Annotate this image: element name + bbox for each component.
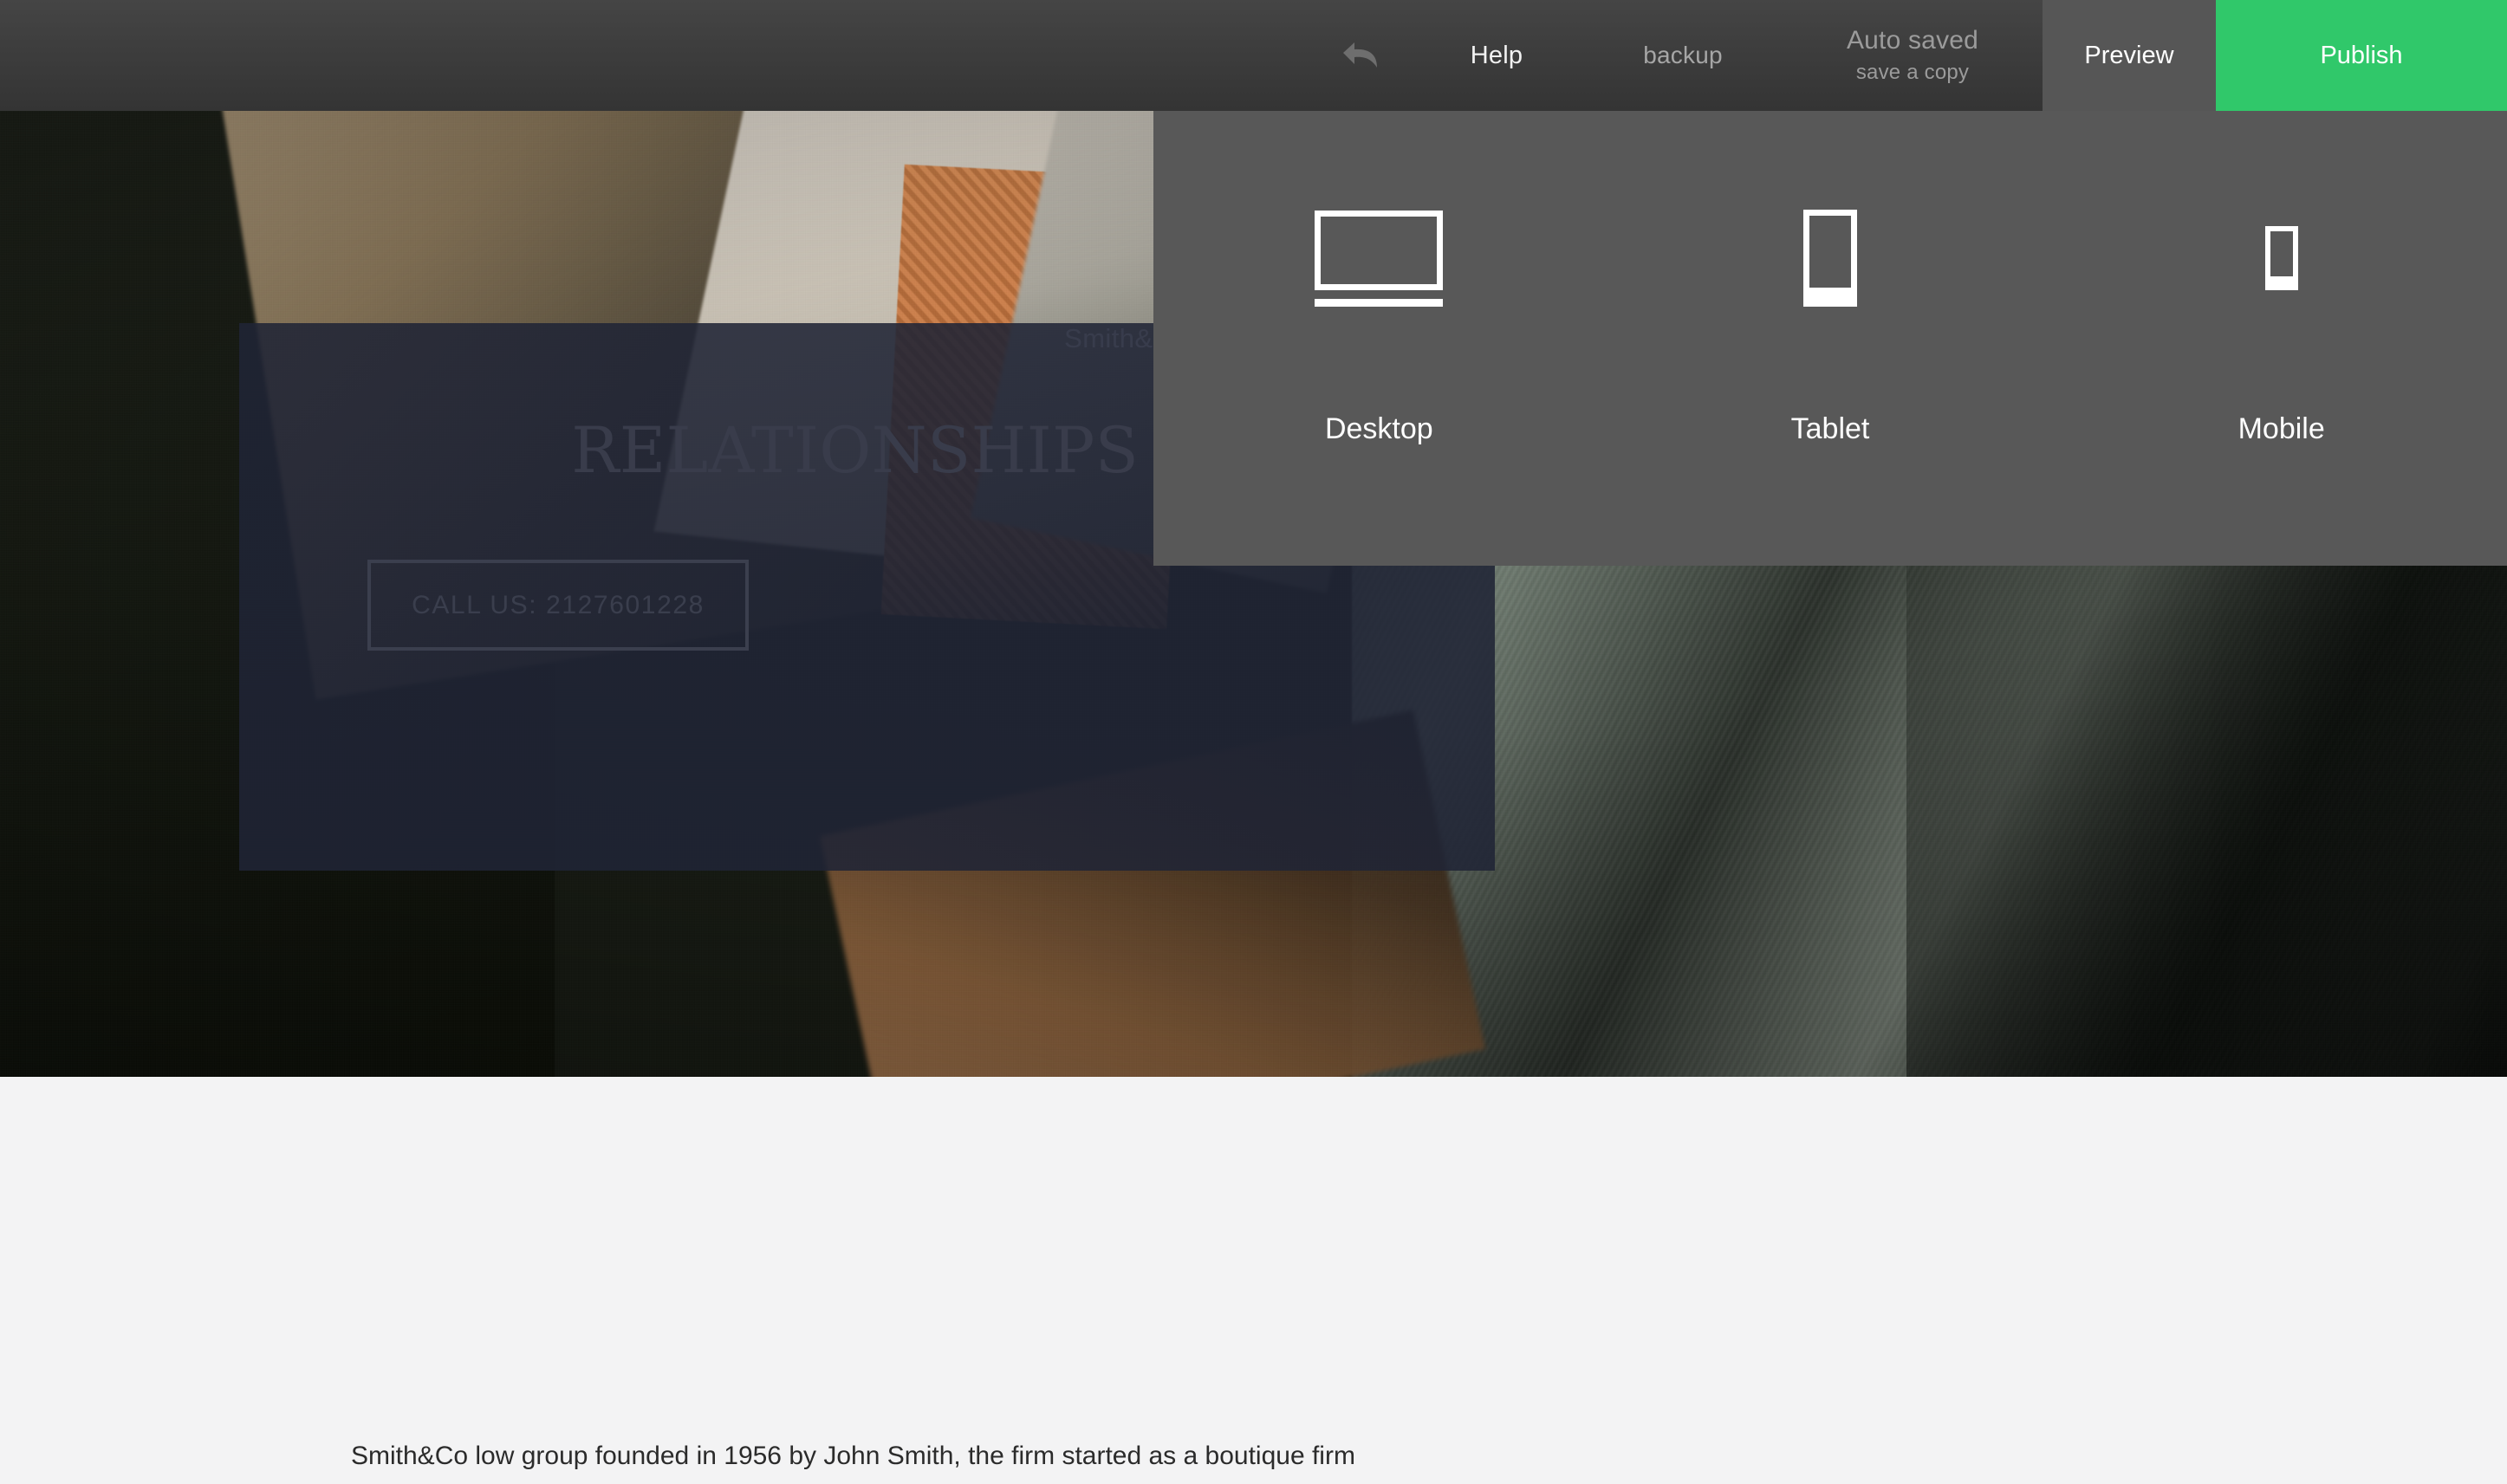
device-option-desktop[interactable]: Desktop	[1153, 111, 1605, 566]
preview-button[interactable]: Preview	[2043, 0, 2216, 111]
desktop-icon-screen	[1315, 210, 1444, 290]
editor-toolbar: Help backup Auto saved save a copy Previ…	[0, 0, 2507, 111]
undo-button[interactable]	[1315, 0, 1410, 111]
undo-arrow-icon	[1342, 37, 1382, 74]
mobile-icon-wrap	[2056, 111, 2507, 405]
save-a-copy-link[interactable]: save a copy	[1856, 60, 1969, 87]
backup-button[interactable]: backup	[1583, 0, 1783, 111]
app-root: Smith&Co - Boutique Law Firm RELATIONSHI…	[0, 0, 2507, 1484]
mobile-phone-icon	[2264, 226, 2298, 290]
device-option-desktop-label: Desktop	[1324, 412, 1433, 445]
autosave-primary-label: Auto saved	[1846, 26, 1979, 55]
device-preview-dropdown: Desktop Tablet Mobile	[1153, 111, 2507, 566]
desktop-monitor-icon	[1315, 210, 1444, 307]
tablet-icon-body	[1803, 210, 1857, 307]
mobile-icon-body	[2264, 226, 2298, 290]
help-button[interactable]: Help	[1410, 0, 1583, 111]
device-option-tablet[interactable]: Tablet	[1605, 111, 2056, 566]
about-paragraph: Smith&Co low group founded in 1956 by Jo…	[351, 1442, 1355, 1470]
tablet-device-icon	[1803, 210, 1857, 307]
device-option-mobile[interactable]: Mobile	[2056, 111, 2507, 566]
tablet-icon-wrap	[1605, 111, 2056, 405]
editor-toolbar-inner: Help backup Auto saved save a copy Previ…	[0, 0, 2507, 111]
desktop-icon-wrap	[1153, 111, 1605, 405]
device-option-mobile-label: Mobile	[2237, 412, 2325, 445]
publish-button[interactable]: Publish	[2216, 0, 2507, 111]
autosave-status[interactable]: Auto saved save a copy	[1783, 0, 2043, 111]
desktop-icon-base	[1315, 298, 1444, 307]
device-option-tablet-label: Tablet	[1790, 412, 1870, 445]
about-section: Smith&Co low group founded in 1956 by Jo…	[0, 1077, 2507, 1484]
